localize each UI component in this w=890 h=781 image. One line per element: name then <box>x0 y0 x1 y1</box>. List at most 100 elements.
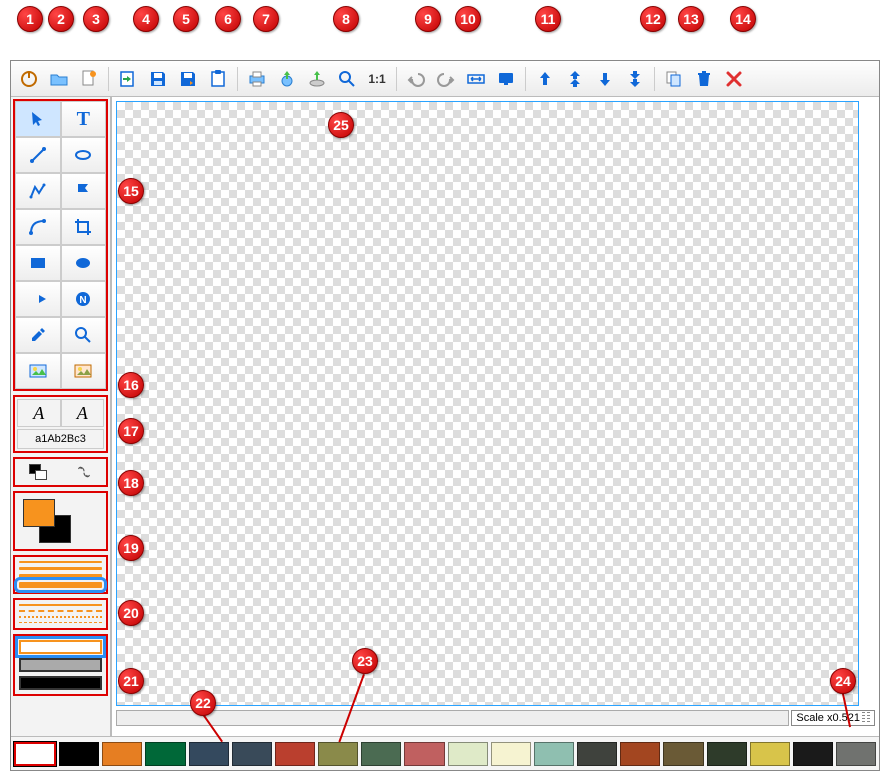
text-tool[interactable]: T <box>61 101 107 137</box>
fg-bg-color-panel <box>13 491 108 551</box>
annotation-17: 17 <box>118 418 144 444</box>
move-bottom-button[interactable] <box>621 65 649 93</box>
line-width-panel <box>13 555 108 594</box>
palette-swatch-9[interactable] <box>404 742 444 766</box>
new-button[interactable] <box>75 65 103 93</box>
palette-swatch-1[interactable] <box>59 742 99 766</box>
actual-size-button[interactable]: 1:1 <box>363 65 391 93</box>
crop-tool[interactable] <box>61 209 107 245</box>
left-panel: T N A A <box>11 97 111 736</box>
line-width-2[interactable] <box>19 567 102 570</box>
upload-button[interactable] <box>303 65 331 93</box>
palette-swatch-11[interactable] <box>491 742 531 766</box>
line-style-fine[interactable] <box>19 622 102 624</box>
power-button[interactable] <box>15 65 43 93</box>
move-down-button[interactable] <box>591 65 619 93</box>
annotation-7: 7 <box>253 6 279 32</box>
open-button[interactable] <box>45 65 73 93</box>
line-width-1[interactable] <box>19 561 102 563</box>
color-swap-panel <box>13 457 108 487</box>
image2-tool[interactable] <box>61 353 107 389</box>
palette-swatch-6[interactable] <box>275 742 315 766</box>
polyline-tool[interactable] <box>15 173 61 209</box>
color-palette <box>11 736 879 770</box>
ellipse-outline-tool[interactable] <box>61 137 107 173</box>
palette-swatch-4[interactable] <box>189 742 229 766</box>
palette-swatch-8[interactable] <box>361 742 401 766</box>
palette-swatch-12[interactable] <box>534 742 574 766</box>
fit-screen-button[interactable] <box>492 65 520 93</box>
svg-text:N: N <box>80 295 87 306</box>
line-width-4[interactable] <box>19 582 102 588</box>
line-style-dot[interactable] <box>19 616 102 618</box>
annotation-18: 18 <box>118 470 144 496</box>
copy-button[interactable] <box>660 65 688 93</box>
annotation-16: 16 <box>118 372 144 398</box>
font-style-b-button[interactable]: A <box>61 399 105 427</box>
image-tool[interactable] <box>15 353 61 389</box>
canvas-area: ◄ ► Scale x0.521 <box>111 97 879 736</box>
line-tool[interactable] <box>15 137 61 173</box>
scale-indicator[interactable]: Scale x0.521 <box>791 710 875 726</box>
palette-swatch-7[interactable] <box>318 742 358 766</box>
swap-colors-icon[interactable] <box>76 464 92 480</box>
redo-button[interactable] <box>432 65 460 93</box>
horizontal-scrollbar[interactable] <box>116 710 789 726</box>
annotation-1: 1 <box>17 6 43 32</box>
resize-grip-icon-2[interactable] <box>867 712 870 724</box>
select-tool[interactable] <box>15 101 61 137</box>
palette-swatch-13[interactable] <box>577 742 617 766</box>
annotation-6: 6 <box>215 6 241 32</box>
zoom-button[interactable] <box>333 65 361 93</box>
font-sample-field[interactable]: a1Ab2Bc3 <box>17 429 104 449</box>
palette-swatch-19[interactable] <box>836 742 876 766</box>
number-tool[interactable]: N <box>61 281 107 317</box>
foreground-color-swatch[interactable] <box>23 499 55 527</box>
palette-swatch-18[interactable] <box>793 742 833 766</box>
arrow-tool[interactable] <box>15 281 61 317</box>
palette-swatch-14[interactable] <box>620 742 660 766</box>
font-panel: A A a1Ab2Bc3 <box>13 395 108 453</box>
palette-swatch-2[interactable] <box>102 742 142 766</box>
eyedropper-tool[interactable] <box>15 317 61 353</box>
line-style-solid[interactable] <box>19 604 102 606</box>
canvas[interactable] <box>116 101 859 706</box>
scale-label: Scale x0.521 <box>796 712 860 724</box>
export-button[interactable] <box>273 65 301 93</box>
annotation-9: 9 <box>415 6 441 32</box>
palette-swatch-0[interactable] <box>14 742 56 766</box>
print-button[interactable] <box>243 65 271 93</box>
fill-style-panel <box>13 634 108 696</box>
save-button[interactable] <box>144 65 172 93</box>
app-window: 1:1 T <box>10 60 880 771</box>
palette-swatch-17[interactable] <box>750 742 790 766</box>
move-up-button[interactable] <box>531 65 559 93</box>
ellipse-fill-tool[interactable] <box>61 245 107 281</box>
save-as-button[interactable] <box>174 65 202 93</box>
move-top-button[interactable] <box>561 65 589 93</box>
import-button[interactable] <box>114 65 142 93</box>
palette-swatch-3[interactable] <box>145 742 185 766</box>
rectangle-tool[interactable] <box>15 245 61 281</box>
undo-button[interactable] <box>402 65 430 93</box>
line-style-dash[interactable] <box>19 610 102 612</box>
fill-style-black[interactable] <box>19 676 102 690</box>
line-width-3[interactable] <box>19 574 102 578</box>
curve-tool[interactable] <box>15 209 61 245</box>
palette-swatch-16[interactable] <box>707 742 747 766</box>
palette-swatch-10[interactable] <box>448 742 488 766</box>
delete-button[interactable] <box>690 65 718 93</box>
palette-swatch-5[interactable] <box>232 742 272 766</box>
annotation-20: 20 <box>118 600 144 626</box>
font-style-a-button[interactable]: A <box>17 399 61 427</box>
close-button[interactable] <box>720 65 748 93</box>
palette-swatch-15[interactable] <box>663 742 703 766</box>
magnify-tool[interactable] <box>61 317 107 353</box>
fit-width-button[interactable] <box>462 65 490 93</box>
clipboard-button[interactable] <box>204 65 232 93</box>
fill-style-outline[interactable] <box>19 640 102 654</box>
resize-grip-icon[interactable] <box>862 712 865 724</box>
flag-tool[interactable] <box>61 173 107 209</box>
fill-style-solid[interactable] <box>19 658 102 672</box>
default-colors-icon[interactable] <box>29 464 47 480</box>
